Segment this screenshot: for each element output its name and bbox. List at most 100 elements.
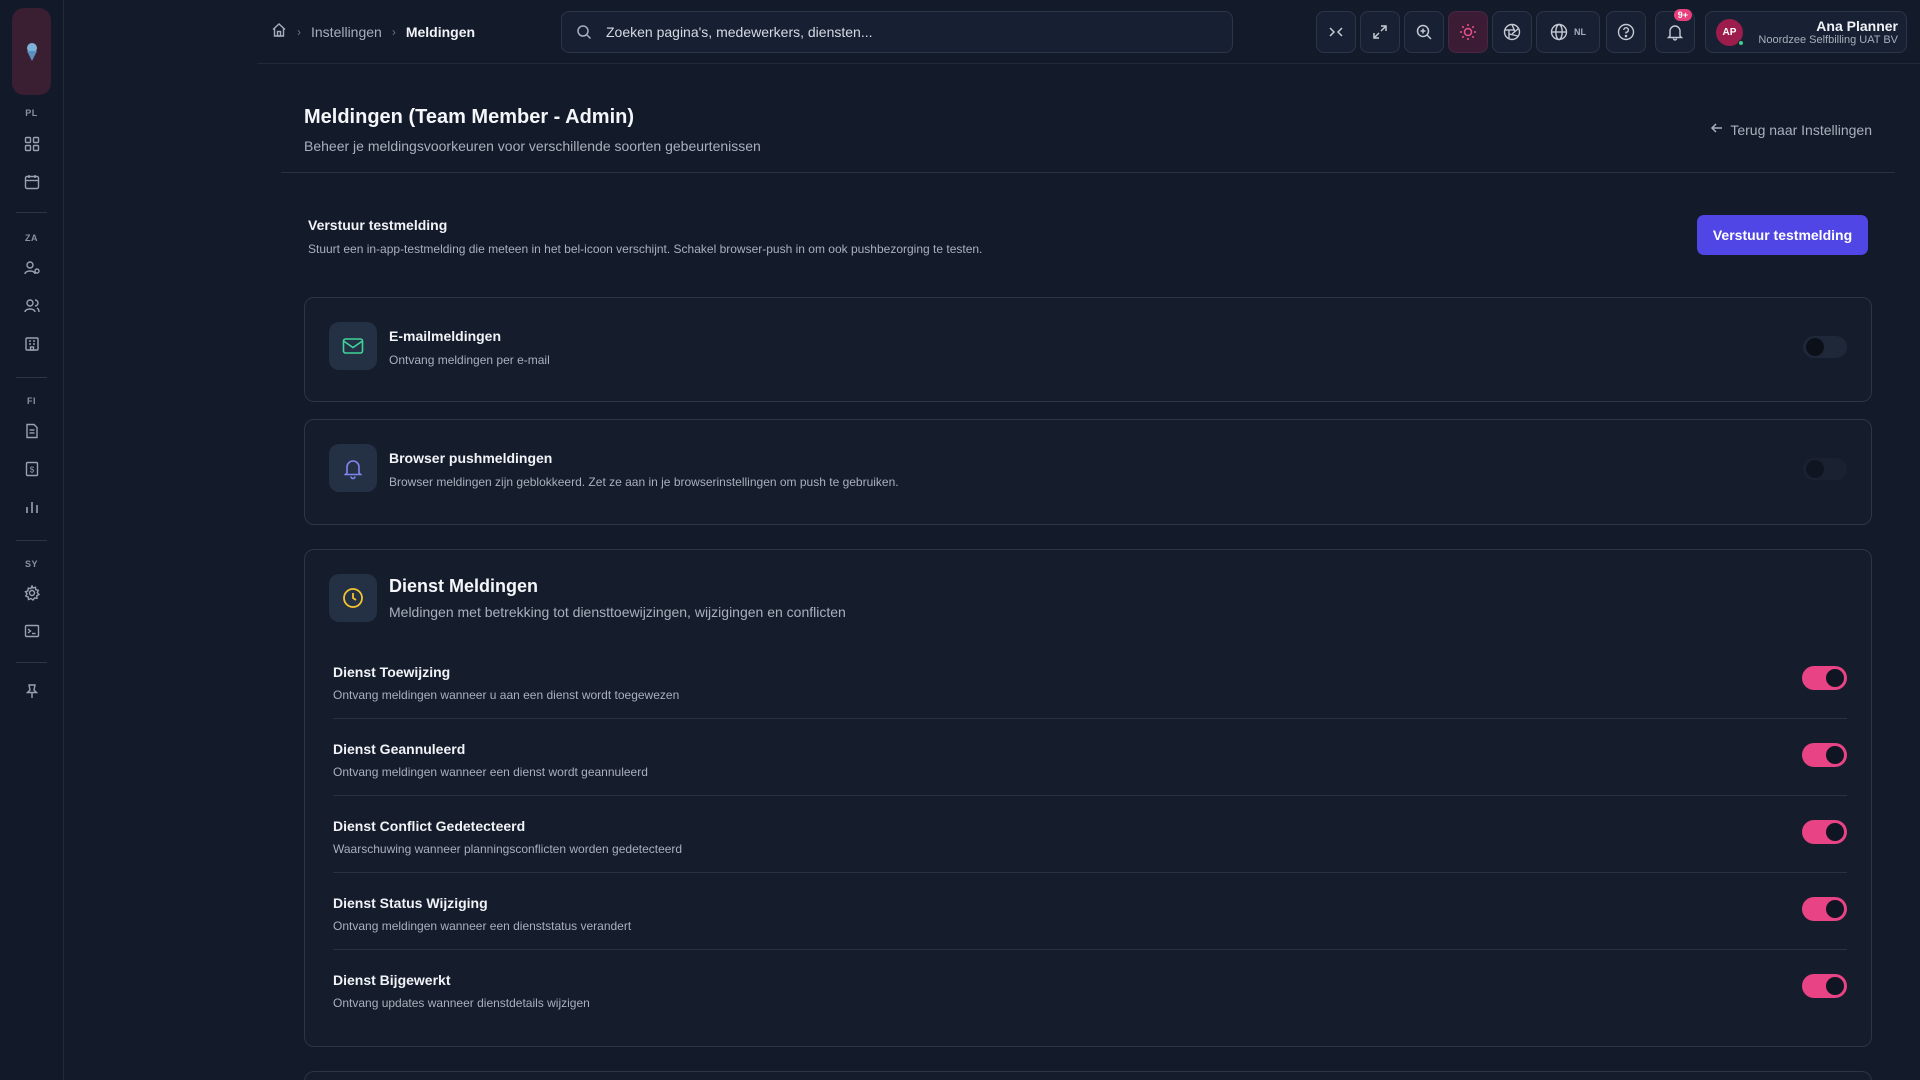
row-description: Ontvang meldingen wanneer een dienst wor… [333, 765, 648, 779]
chevron-right-icon: › [391, 24, 396, 39]
home-icon[interactable] [271, 22, 287, 41]
app-logo[interactable] [12, 8, 51, 95]
collapse-sidebar-button[interactable] [1316, 11, 1356, 53]
push-notifications-toggle[interactable] [1803, 458, 1847, 480]
terminal-icon[interactable] [22, 621, 42, 641]
chevron-right-icon: › [297, 24, 301, 39]
user-info: Ana Planner Noordzee Selfbilling UAT BV [1753, 18, 1898, 46]
clock-icon [329, 574, 377, 622]
language-button[interactable]: NL [1536, 11, 1600, 53]
shift-cancelled-toggle[interactable] [1802, 743, 1847, 767]
search-box[interactable] [561, 11, 1233, 53]
test-notification-description: Stuurt een in-app-testmelding die meteen… [308, 242, 983, 256]
shift-assignment-row: Dienst Toewijzing Ontvang meldingen wann… [333, 642, 1847, 719]
user-name: Ana Planner [1816, 18, 1898, 34]
page-subtitle: Beheer je meldingsvoorkeuren voor versch… [304, 138, 761, 154]
row-description: Ontvang updates wanneer dienstdetails wi… [333, 996, 590, 1010]
sidebar-group-label: PL [25, 108, 38, 118]
sun-icon [1460, 24, 1476, 40]
shift-cancelled-row: Dienst Geannuleerd Ontvang meldingen wan… [333, 719, 1847, 796]
logo-icon [26, 42, 37, 61]
invoice-icon[interactable]: $ [22, 459, 42, 479]
breadcrumb-settings-link[interactable]: Instellingen [311, 24, 382, 40]
shift-conflict-row: Dienst Conflict Gedetecteerd Waarschuwin… [333, 796, 1847, 873]
user-org: Noordzee Selfbilling UAT BV [1758, 34, 1898, 46]
sidebar: PL ZA FI $ SY [0, 0, 64, 1080]
shift-notifications-title: Dienst Meldingen [389, 576, 539, 596]
sidebar-divider [16, 377, 47, 378]
zoom-in-icon [1416, 24, 1432, 40]
arrow-left-icon [1710, 121, 1724, 138]
theme-toggle-button[interactable] [1448, 11, 1488, 53]
shift-status-toggle[interactable] [1802, 897, 1847, 921]
row-title: Dienst Bijgewerkt [333, 972, 451, 988]
header-divider [281, 172, 1895, 173]
avatar-initials: AP [1722, 26, 1737, 38]
bar-chart-icon[interactable] [22, 497, 42, 517]
shift-conflict-toggle[interactable] [1802, 820, 1847, 844]
bell-icon [1666, 25, 1684, 41]
test-notification-title: Verstuur testmelding [308, 217, 448, 233]
globe-icon [1550, 23, 1568, 41]
document-icon[interactable] [22, 421, 42, 441]
expand-icon [1373, 25, 1387, 39]
back-link-label: Terug naar Instellingen [1730, 121, 1872, 138]
aperture-button[interactable] [1492, 11, 1532, 53]
back-to-settings-link[interactable]: Terug naar Instellingen [1710, 121, 1872, 138]
user-menu[interactable]: AP Ana Planner Noordzee Selfbilling UAT … [1705, 11, 1907, 53]
aperture-icon [1503, 23, 1521, 41]
row-description: Waarschuwing wanneer planningsconflicten… [333, 842, 683, 856]
shift-status-row: Dienst Status Wijziging Ontvang meldinge… [333, 873, 1847, 950]
sidebar-divider [16, 212, 47, 213]
sidebar-divider [16, 540, 47, 541]
row-title: Dienst Conflict Gedetecteerd [333, 818, 526, 834]
shift-updated-toggle[interactable] [1802, 974, 1847, 998]
search-icon [577, 25, 592, 40]
row-title: Dienst Geannuleerd [333, 741, 466, 757]
top-bar: › Instellingen › Meldingen NL 9+ AP [257, 0, 1920, 64]
push-notifications-description: Browser meldingen zijn geblokkeerd. Zet … [389, 475, 899, 489]
sidebar-group-label: SY [24, 559, 38, 569]
notification-badge: 9+ [1673, 9, 1692, 21]
notifications-button[interactable]: 9+ [1655, 9, 1695, 53]
send-test-notification-button[interactable]: Verstuur testmelding [1697, 215, 1868, 255]
shift-notifications-card: Dienst Meldingen Meldingen met betrekkin… [304, 549, 1872, 1047]
email-notifications-card: E-mailmeldingen Ontvang meldingen per e-… [304, 297, 1872, 402]
gear-icon[interactable] [22, 583, 42, 603]
row-description: Ontvang meldingen wanneer een dienststat… [333, 919, 632, 933]
sidebar-group-label: FI [27, 396, 36, 406]
breadcrumb-current: Meldingen [405, 23, 476, 40]
svg-text:$: $ [30, 466, 35, 475]
shift-notifications-description: Meldingen met betrekking tot diensttoewi… [389, 604, 846, 620]
help-button[interactable] [1606, 11, 1646, 53]
search-input[interactable] [606, 24, 1206, 40]
users-icon[interactable] [22, 296, 42, 316]
sidebar-divider [16, 662, 47, 663]
push-notifications-card: Browser pushmeldingen Browser meldingen … [304, 419, 1872, 525]
sidebar-group-label: ZA [25, 233, 38, 243]
mail-icon [329, 322, 377, 370]
language-code: NL [1574, 27, 1586, 37]
next-section-card [304, 1071, 1872, 1080]
collapse-arrows-icon [1329, 27, 1343, 37]
row-title: Dienst Toewijzing [333, 664, 451, 680]
row-title: Dienst Status Wijziging [333, 895, 488, 911]
breadcrumb: › Instellingen › Meldingen [271, 22, 475, 41]
fullscreen-button[interactable] [1360, 11, 1400, 53]
shift-assignment-toggle[interactable] [1802, 666, 1847, 690]
calendar-icon[interactable] [22, 172, 42, 192]
push-notifications-title: Browser pushmeldingen [389, 450, 553, 466]
email-notifications-toggle[interactable] [1803, 336, 1847, 358]
pin-icon[interactable] [22, 681, 42, 701]
building-icon[interactable] [22, 334, 42, 354]
avatar: AP [1716, 18, 1744, 46]
row-description: Ontvang meldingen wanneer u aan een dien… [333, 688, 680, 702]
bell-icon [329, 444, 377, 492]
page-title: Meldingen (Team Member - Admin) [304, 106, 635, 128]
online-status-dot [1738, 39, 1744, 46]
shift-updated-row: Dienst Bijgewerkt Ontvang updates wannee… [333, 950, 1847, 1027]
user-cog-icon[interactable] [22, 258, 42, 278]
grid-icon[interactable] [22, 134, 42, 154]
email-notifications-title: E-mailmeldingen [389, 328, 502, 344]
zoom-button[interactable] [1404, 11, 1444, 53]
